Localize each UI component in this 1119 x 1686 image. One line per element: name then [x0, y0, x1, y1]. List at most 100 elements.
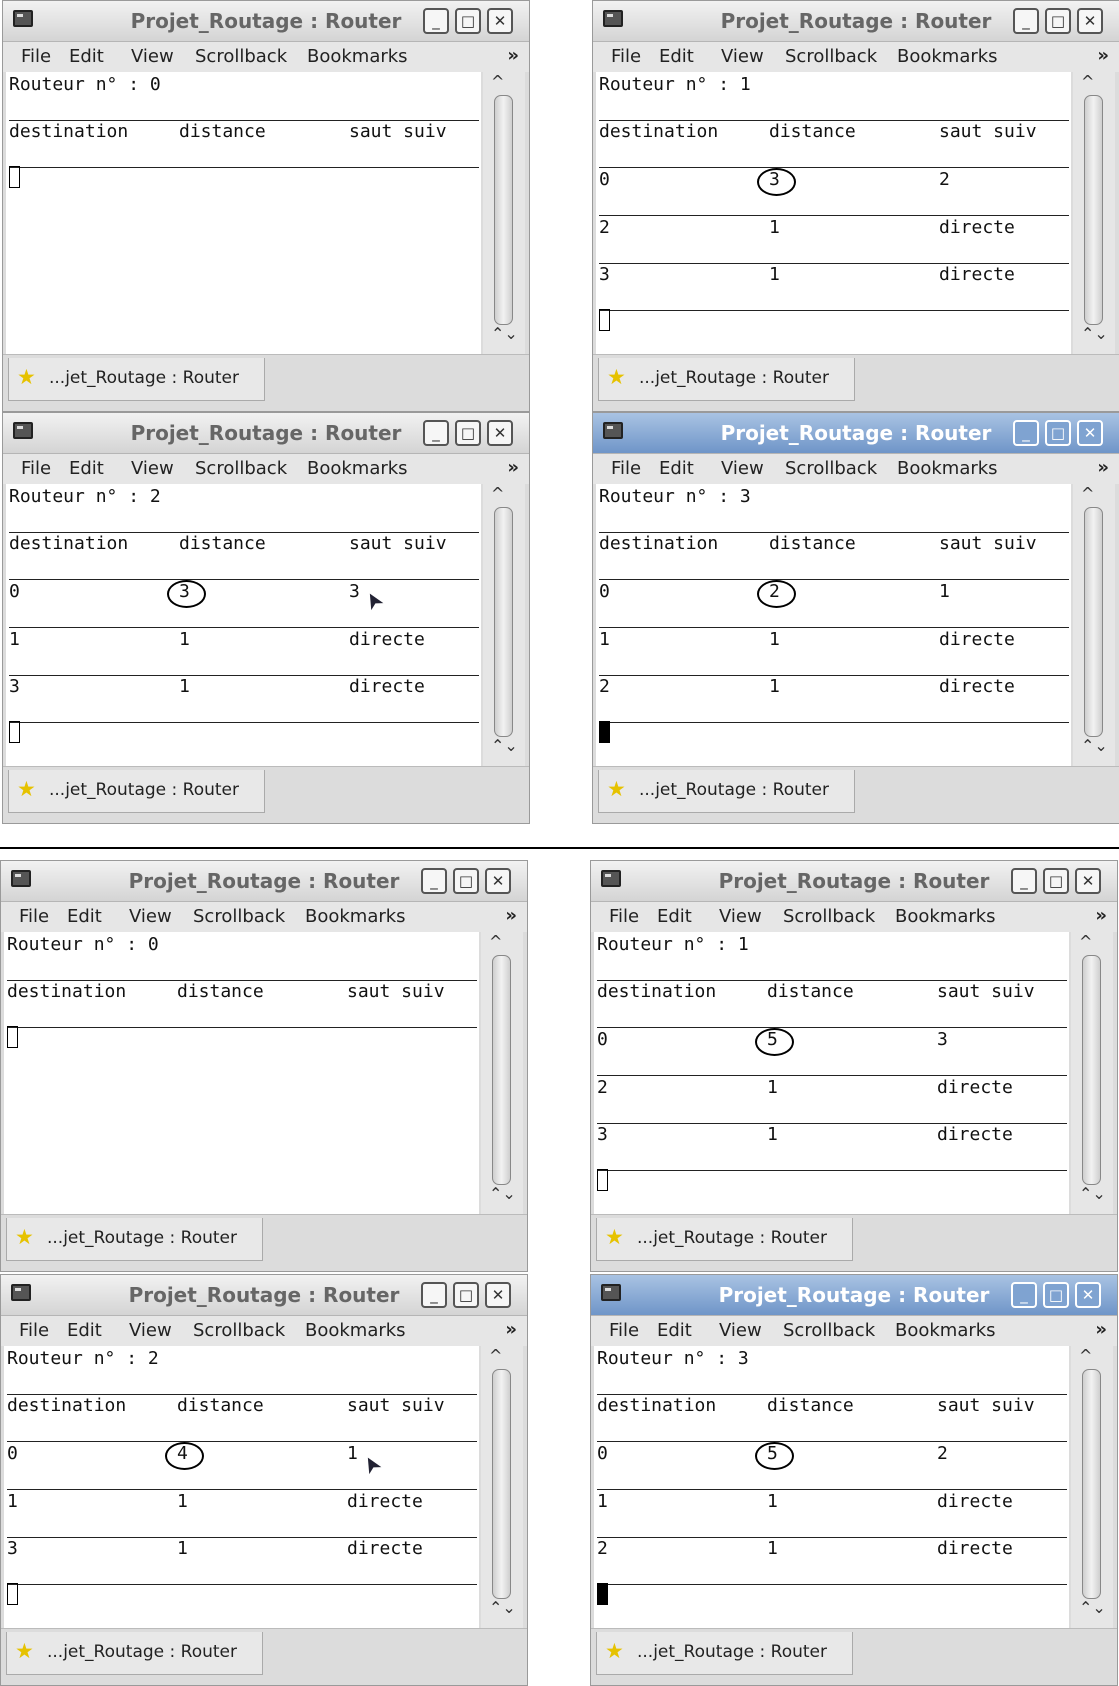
minimize-button[interactable]: _: [1013, 420, 1039, 446]
title-bar[interactable]: Projet_Routage : Router _ □ ✕: [593, 1, 1119, 42]
title-bar[interactable]: Projet_Routage : Router _ □ ✕: [3, 1, 529, 42]
session-tab[interactable]: ★ ...jet_Routage : Router: [6, 1218, 263, 1261]
scroll-down-arrows[interactable]: ⌃⌄: [491, 324, 518, 343]
menu-edit[interactable]: Edit: [657, 1320, 692, 1341]
maximize-button[interactable]: □: [455, 8, 481, 34]
menu-file[interactable]: File: [609, 1320, 639, 1341]
title-bar[interactable]: Projet_Routage : Router _ □ ✕: [591, 861, 1117, 902]
menu-file[interactable]: File: [611, 46, 641, 67]
maximize-button[interactable]: □: [1043, 1282, 1069, 1308]
scrollbar-thumb[interactable]: [1082, 955, 1101, 1185]
terminal-output[interactable]: Routeur n° : 1 destination distance saut su…: [596, 72, 1071, 356]
close-button[interactable]: ✕: [1075, 868, 1101, 894]
minimize-button[interactable]: _: [423, 8, 449, 34]
terminal-output[interactable]: Routeur n° : 3 destination distance saut su…: [596, 484, 1071, 768]
close-button[interactable]: ✕: [1075, 1282, 1101, 1308]
title-bar[interactable]: Projet_Routage : Router _ □ ✕: [591, 1275, 1117, 1316]
scroll-down-arrows[interactable]: ⌃⌄: [491, 736, 518, 755]
title-bar[interactable]: Projet_Routage : Router _ □ ✕: [1, 861, 527, 902]
minimize-button[interactable]: _: [1011, 868, 1037, 894]
close-button[interactable]: ✕: [485, 1282, 511, 1308]
scroll-down-arrows[interactable]: ⌃⌄: [1079, 1184, 1106, 1203]
session-tab[interactable]: ★ ...jet_Routage : Router: [598, 770, 855, 813]
scroll-up-arrow[interactable]: ^: [489, 1346, 502, 1365]
menu-edit[interactable]: Edit: [659, 46, 694, 67]
session-tab[interactable]: ★ ...jet_Routage : Router: [596, 1632, 853, 1675]
terminal-output[interactable]: Routeur n° : 2 destination distance saut su…: [4, 1346, 479, 1630]
scroll-up-arrow[interactable]: ^: [491, 72, 504, 91]
minimize-button[interactable]: _: [421, 868, 447, 894]
maximize-button[interactable]: □: [453, 1282, 479, 1308]
maximize-button[interactable]: □: [1043, 868, 1069, 894]
menu-overflow-chevron[interactable]: »: [507, 45, 519, 66]
menu-bookmarks[interactable]: Bookmarks: [897, 458, 998, 479]
title-bar[interactable]: Projet_Routage : Router _ □ ✕: [1, 1275, 527, 1316]
close-button[interactable]: ✕: [485, 868, 511, 894]
menu-edit[interactable]: Edit: [67, 1320, 102, 1341]
terminal-output[interactable]: Routeur n° : 1 destination distance saut su…: [594, 932, 1069, 1216]
scroll-up-arrow[interactable]: ^: [1081, 72, 1094, 91]
maximize-button[interactable]: □: [1045, 420, 1071, 446]
menu-view[interactable]: View: [719, 1320, 762, 1341]
close-button[interactable]: ✕: [1077, 420, 1103, 446]
session-tab[interactable]: ★ ...jet_Routage : Router: [596, 1218, 853, 1261]
menu-overflow-chevron[interactable]: »: [505, 905, 517, 926]
vertical-scrollbar[interactable]: ^ ⌃⌄: [1073, 484, 1115, 768]
terminal-output[interactable]: Routeur n° : 0 destination distance saut su…: [6, 72, 481, 356]
scroll-up-arrow[interactable]: ^: [1079, 1346, 1092, 1365]
session-tab[interactable]: ★ ...jet_Routage : Router: [6, 1632, 263, 1675]
scroll-up-arrow[interactable]: ^: [491, 484, 504, 503]
menu-view[interactable]: View: [721, 458, 764, 479]
menu-view[interactable]: View: [131, 458, 174, 479]
close-button[interactable]: ✕: [487, 8, 513, 34]
scroll-up-arrow[interactable]: ^: [1079, 932, 1092, 951]
menu-file[interactable]: File: [21, 458, 51, 479]
close-button[interactable]: ✕: [487, 420, 513, 446]
scroll-down-arrows[interactable]: ⌃⌄: [1079, 1598, 1106, 1617]
scrollbar-thumb[interactable]: [1084, 95, 1103, 325]
menu-scrollback[interactable]: Scrollback: [783, 906, 875, 927]
vertical-scrollbar[interactable]: ^ ⌃⌄: [1071, 1346, 1113, 1630]
menu-edit[interactable]: Edit: [657, 906, 692, 927]
scroll-up-arrow[interactable]: ^: [489, 932, 502, 951]
menu-bookmarks[interactable]: Bookmarks: [305, 906, 406, 927]
vertical-scrollbar[interactable]: ^ ⌃⌄: [483, 72, 525, 356]
scroll-down-arrows[interactable]: ⌃⌄: [489, 1598, 516, 1617]
scrollbar-thumb[interactable]: [494, 95, 513, 325]
session-tab[interactable]: ★ ...jet_Routage : Router: [8, 770, 265, 813]
scrollbar-thumb[interactable]: [492, 1369, 511, 1599]
menu-overflow-chevron[interactable]: »: [1095, 905, 1107, 926]
menu-view[interactable]: View: [129, 906, 172, 927]
menu-overflow-chevron[interactable]: »: [505, 1319, 517, 1340]
menu-file[interactable]: File: [609, 906, 639, 927]
menu-scrollback[interactable]: Scrollback: [195, 458, 287, 479]
menu-bookmarks[interactable]: Bookmarks: [307, 46, 408, 67]
menu-bookmarks[interactable]: Bookmarks: [895, 1320, 996, 1341]
menu-scrollback[interactable]: Scrollback: [195, 46, 287, 67]
menu-edit[interactable]: Edit: [659, 458, 694, 479]
scrollbar-thumb[interactable]: [494, 507, 513, 737]
menu-view[interactable]: View: [129, 1320, 172, 1341]
menu-scrollback[interactable]: Scrollback: [193, 906, 285, 927]
menu-file[interactable]: File: [19, 1320, 49, 1341]
scrollbar-thumb[interactable]: [1084, 507, 1103, 737]
menu-view[interactable]: View: [719, 906, 762, 927]
menu-view[interactable]: View: [721, 46, 764, 67]
menu-edit[interactable]: Edit: [69, 458, 104, 479]
scrollbar-thumb[interactable]: [492, 955, 511, 1185]
menu-file[interactable]: File: [19, 906, 49, 927]
title-bar[interactable]: Projet_Routage : Router _ □ ✕: [593, 413, 1119, 454]
menu-scrollback[interactable]: Scrollback: [193, 1320, 285, 1341]
menu-file[interactable]: File: [21, 46, 51, 67]
minimize-button[interactable]: _: [421, 1282, 447, 1308]
terminal-output[interactable]: Routeur n° : 2 destination distance saut su…: [6, 484, 481, 768]
session-tab[interactable]: ★ ...jet_Routage : Router: [598, 358, 855, 401]
menu-bookmarks[interactable]: Bookmarks: [305, 1320, 406, 1341]
maximize-button[interactable]: □: [453, 868, 479, 894]
scroll-up-arrow[interactable]: ^: [1081, 484, 1094, 503]
menu-scrollback[interactable]: Scrollback: [785, 46, 877, 67]
terminal-output[interactable]: Routeur n° : 0 destination distance saut su…: [4, 932, 479, 1216]
menu-view[interactable]: View: [131, 46, 174, 67]
close-button[interactable]: ✕: [1077, 8, 1103, 34]
vertical-scrollbar[interactable]: ^ ⌃⌄: [483, 484, 525, 768]
